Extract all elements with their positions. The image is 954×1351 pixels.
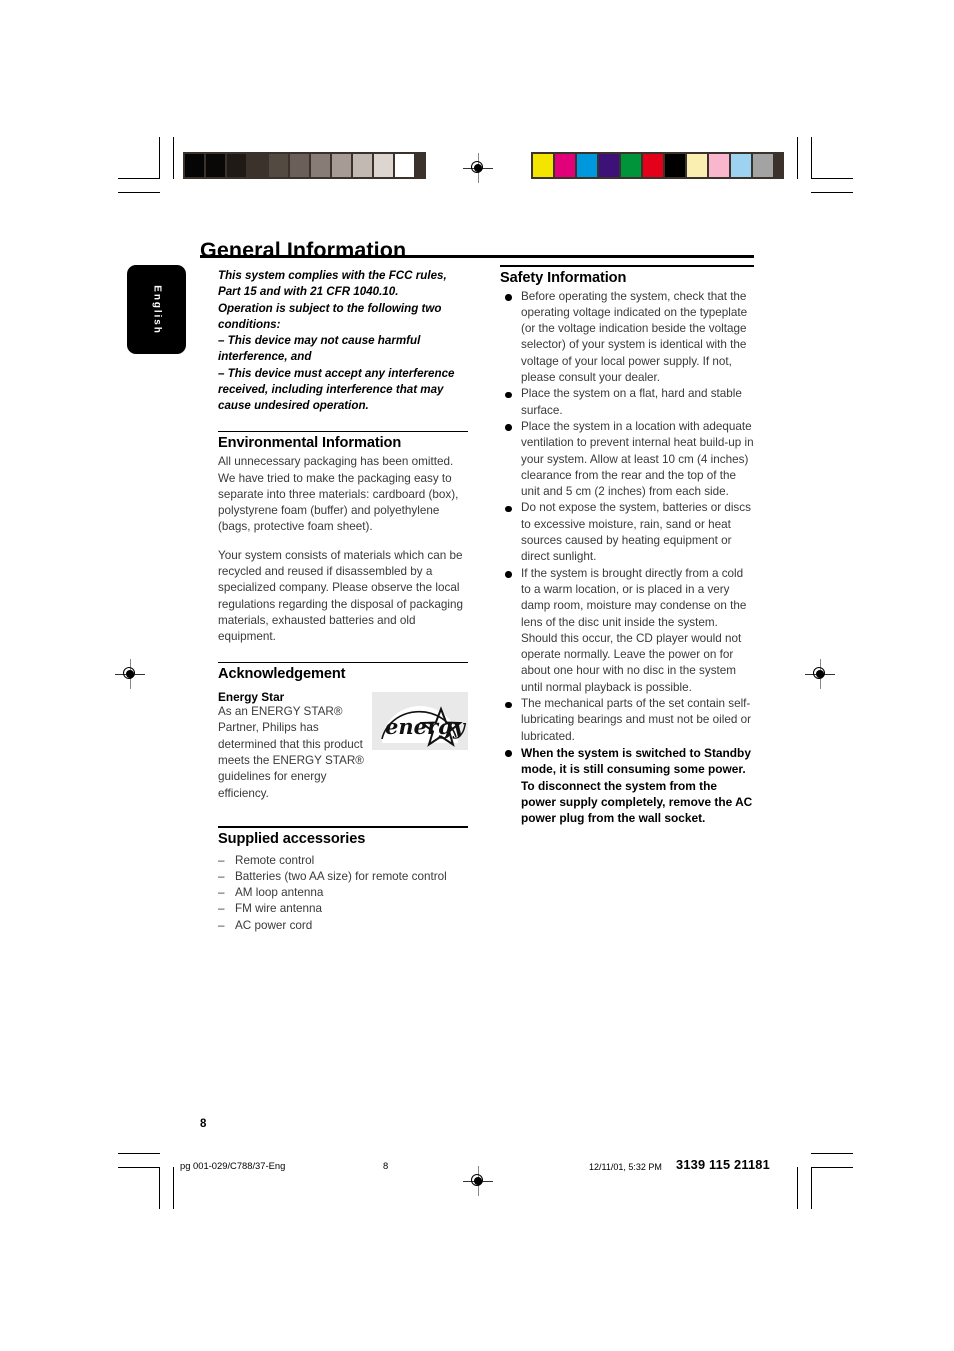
calibration-patch bbox=[290, 154, 309, 177]
list-item: Remote control bbox=[218, 853, 468, 870]
calibration-patch bbox=[269, 154, 288, 177]
environmental-paragraph-1: All unnecessary packaging has been omitt… bbox=[218, 455, 459, 534]
calibration-patch bbox=[374, 154, 393, 177]
list-item: Place the system on a flat, hard and sta… bbox=[500, 386, 754, 419]
fcc-line-1: This system complies with the FCC rules, bbox=[218, 269, 447, 282]
crop-mark-bottom-left-tick-h bbox=[118, 1153, 160, 1154]
list-item: AM loop antenna bbox=[218, 885, 468, 902]
crop-mark-top-left-h bbox=[118, 178, 160, 179]
footer-timestamp: 12/11/01, 5:32 PM bbox=[589, 1162, 662, 1172]
registration-target-bottom bbox=[463, 1166, 493, 1196]
calibration-patch bbox=[709, 154, 729, 177]
safety-rule bbox=[500, 265, 754, 267]
list-item: Do not expose the system, batteries or d… bbox=[500, 500, 754, 565]
supplied-accessories-rule bbox=[218, 825, 468, 828]
color-calibration-strip bbox=[531, 152, 784, 179]
crop-mark-top-right-v bbox=[811, 137, 812, 179]
calibration-patch bbox=[395, 154, 414, 177]
crop-mark-top-left-v bbox=[159, 137, 160, 179]
list-item: When the system is switched to Standby m… bbox=[500, 745, 754, 826]
document-page: General Information English This system … bbox=[0, 0, 954, 1351]
registration-target-right bbox=[805, 659, 835, 689]
fcc-condition-2: – This device must accept any interferen… bbox=[218, 366, 455, 413]
fcc-line-4: conditions: bbox=[218, 317, 281, 331]
calibration-patch bbox=[621, 154, 641, 177]
acknowledgement-rule bbox=[218, 661, 468, 664]
calibration-patch bbox=[248, 154, 267, 177]
svg-text:energy: energy bbox=[385, 714, 467, 739]
crop-mark-bottom-left-h bbox=[118, 1167, 160, 1168]
left-column: This system complies with the FCC rules,… bbox=[218, 268, 468, 934]
registration-target-left bbox=[115, 659, 145, 689]
calibration-patch bbox=[533, 154, 553, 177]
fcc-notice: This system complies with the FCC rules,… bbox=[218, 268, 468, 415]
supplied-accessories-list: Remote control Batteries (two AA size) f… bbox=[218, 853, 468, 935]
list-item: FM wire antenna bbox=[218, 901, 468, 918]
calibration-patch bbox=[687, 154, 707, 177]
calibration-patch bbox=[643, 154, 663, 177]
crop-mark-top-right-tick bbox=[797, 137, 798, 179]
environmental-paragraph-2: Your system consists of materials which … bbox=[218, 548, 463, 644]
crop-mark-top-right-h bbox=[811, 178, 853, 179]
fcc-condition-1: – This device may not cause harmful inte… bbox=[218, 334, 421, 364]
calibration-patch bbox=[311, 154, 330, 177]
supplied-accessories-heading: Supplied accessories bbox=[218, 830, 366, 847]
calibration-patch bbox=[577, 154, 597, 177]
page-number: 8 bbox=[200, 1118, 207, 1130]
energy-star-block: Energy Star As an ENERGY STAR® Partner, … bbox=[218, 690, 468, 802]
footer-page-number: 8 bbox=[383, 1160, 389, 1171]
crop-mark-top-left-tick bbox=[173, 137, 174, 179]
calibration-patch bbox=[599, 154, 619, 177]
environmental-heading: Environmental Information bbox=[218, 435, 402, 452]
list-item: Before operating the system, check that … bbox=[500, 289, 754, 387]
energy-star-logo: energy bbox=[372, 692, 468, 751]
language-tab: English bbox=[127, 265, 186, 354]
environmental-rule bbox=[218, 430, 468, 433]
calibration-patch bbox=[555, 154, 575, 177]
crop-mark-bottom-left-v bbox=[159, 1167, 160, 1209]
list-item: Batteries (two AA size) for remote contr… bbox=[218, 869, 468, 886]
crop-mark-bottom-right-tick bbox=[797, 1167, 798, 1209]
crop-mark-bottom-left-tick bbox=[173, 1167, 174, 1209]
page-title: General Information bbox=[200, 238, 407, 263]
list-item: Place the system in a location with adeq… bbox=[500, 419, 754, 500]
safety-bullet-list: Before operating the system, check that … bbox=[500, 289, 754, 827]
safety-heading: Safety Information bbox=[500, 269, 627, 286]
acknowledgement-heading: Acknowledgement bbox=[218, 666, 346, 683]
calibration-patch bbox=[753, 154, 773, 177]
fcc-line-3: Operation is subject to the following tw… bbox=[218, 301, 442, 315]
calibration-patch bbox=[353, 154, 372, 177]
language-tab-label: English bbox=[151, 284, 162, 335]
footer-document-code: 3139 115 21181 bbox=[676, 1157, 770, 1172]
list-item: If the system is brought directly from a… bbox=[500, 566, 754, 696]
crop-mark-top-right-tick-h bbox=[811, 192, 853, 193]
crop-mark-bottom-right-h bbox=[811, 1167, 853, 1168]
footer-file-name: pg 001-029/C788/37-Eng bbox=[180, 1160, 286, 1171]
crop-mark-bottom-right-v bbox=[811, 1167, 812, 1209]
calibration-patch bbox=[227, 154, 246, 177]
crop-mark-top-left-tick-h bbox=[118, 192, 160, 193]
calibration-patch bbox=[206, 154, 225, 177]
calibration-patch bbox=[332, 154, 351, 177]
list-item: AC power cord bbox=[218, 918, 468, 935]
right-column: Safety Information Before operating the … bbox=[500, 265, 754, 826]
calibration-patch bbox=[731, 154, 751, 177]
grayscale-calibration-strip bbox=[183, 152, 426, 179]
fcc-line-2: Part 15 and with 21 CFR 1040.10. bbox=[218, 285, 399, 299]
energy-star-text: As an ENERGY STAR® Partner, Philips has … bbox=[218, 705, 364, 800]
crop-mark-bottom-right-tick-h bbox=[811, 1153, 853, 1154]
calibration-patch bbox=[185, 154, 204, 177]
list-item: The mechanical parts of the set contain … bbox=[500, 696, 754, 745]
registration-target-top bbox=[463, 153, 493, 183]
title-rule bbox=[200, 255, 754, 258]
calibration-patch bbox=[665, 154, 685, 177]
